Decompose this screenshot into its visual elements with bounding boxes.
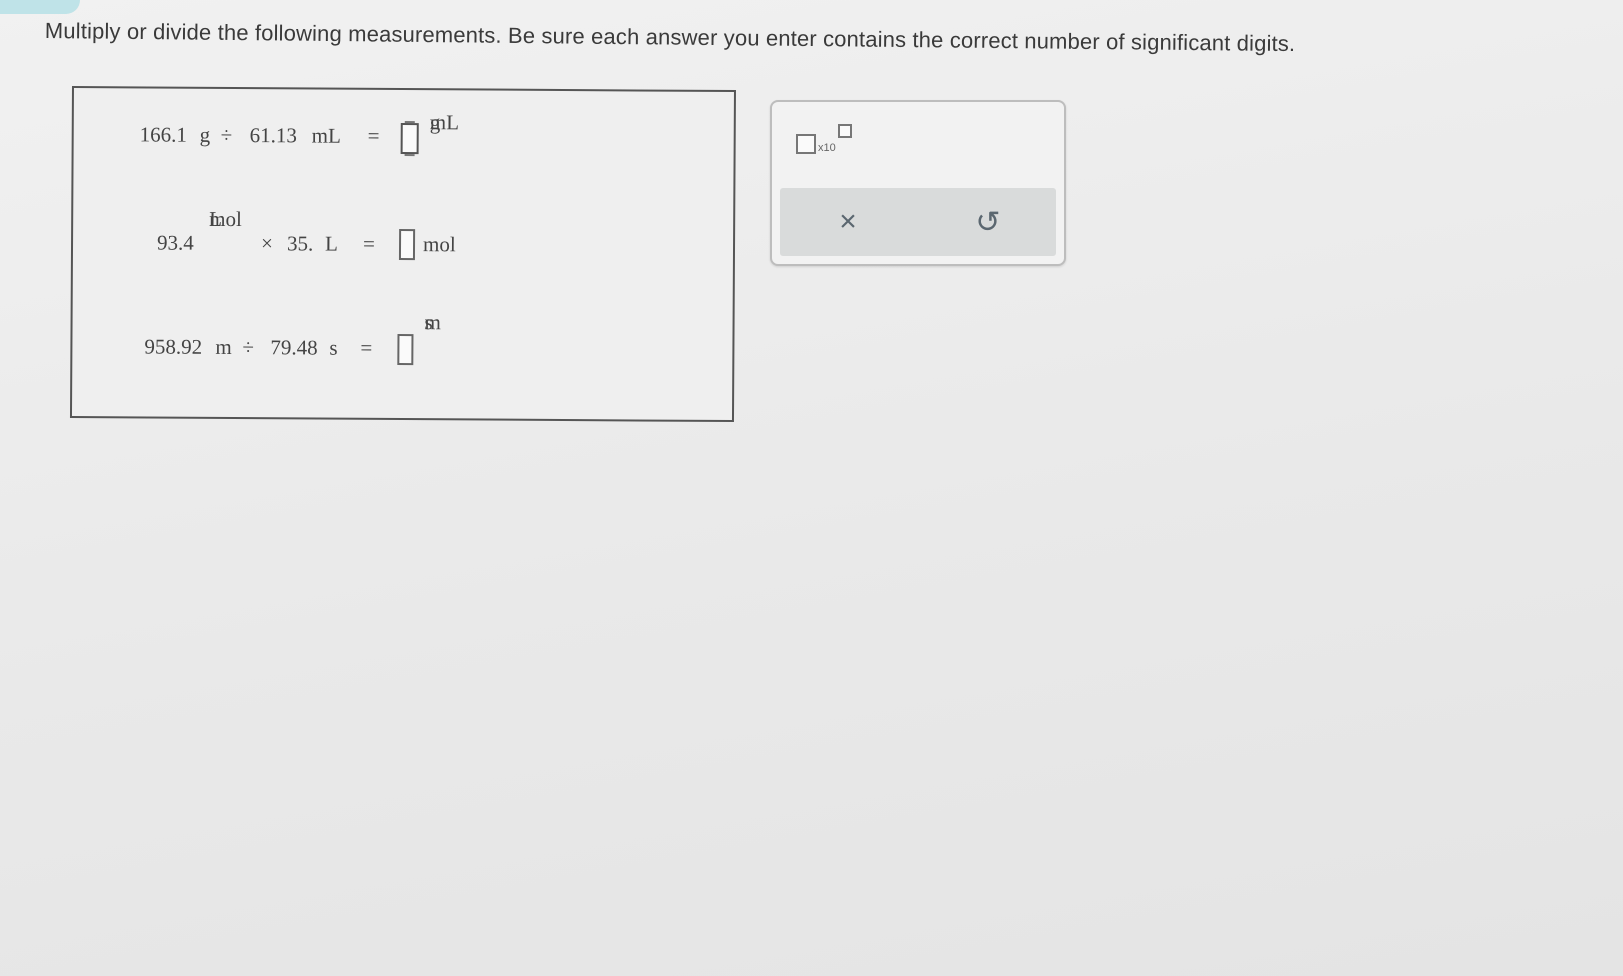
operator: ÷ bbox=[242, 335, 255, 360]
unit-2: L bbox=[324, 231, 338, 256]
corner-tab bbox=[0, 0, 80, 14]
unit-2: mL bbox=[311, 123, 341, 148]
undo-button[interactable]: ↺ bbox=[958, 198, 1018, 246]
close-icon: × bbox=[839, 205, 857, 238]
unit-1: g bbox=[199, 122, 211, 147]
equals-sign: = bbox=[362, 231, 375, 256]
answer-input-1[interactable] bbox=[400, 123, 419, 155]
value-1: 93.4 bbox=[156, 230, 194, 255]
value-1: 958.92 bbox=[144, 334, 203, 359]
instruction-text: Multiply or divide the following measure… bbox=[44, 18, 1296, 57]
unit-1: m bbox=[215, 334, 232, 359]
x10-label: x10 bbox=[818, 142, 836, 154]
scientific-notation-icon bbox=[796, 134, 816, 154]
answer-input-2[interactable] bbox=[398, 229, 416, 261]
answer-unit-2: mol bbox=[422, 232, 456, 257]
value-2: 61.13 bbox=[249, 123, 298, 148]
equals-sign: = bbox=[360, 335, 373, 360]
answer-input-3[interactable] bbox=[397, 333, 414, 366]
unit-denominator: mL bbox=[429, 110, 460, 135]
scientific-notation-button[interactable]: x10 bbox=[796, 122, 856, 162]
value-1: 166.1 bbox=[139, 122, 188, 147]
unit-denominator: L bbox=[209, 206, 223, 231]
clear-button[interactable]: × bbox=[818, 198, 878, 246]
operator: × bbox=[260, 231, 273, 256]
action-bar: × ↺ bbox=[780, 188, 1056, 256]
equals-sign: = bbox=[367, 123, 380, 148]
value-2: 79.48 bbox=[270, 335, 318, 360]
problem-box: 166.1 g ÷ 61.13 mL = g mL 93.4 mol L × 3… bbox=[69, 86, 736, 423]
value-2: 35. bbox=[286, 231, 314, 256]
unit-denominator: s bbox=[424, 310, 433, 335]
answer-tools-panel: x10 × ↺ bbox=[770, 100, 1066, 266]
unit-2: s bbox=[329, 335, 338, 360]
exponent-box-icon bbox=[838, 124, 852, 138]
undo-icon: ↺ bbox=[975, 205, 1001, 239]
operator: ÷ bbox=[220, 122, 233, 147]
